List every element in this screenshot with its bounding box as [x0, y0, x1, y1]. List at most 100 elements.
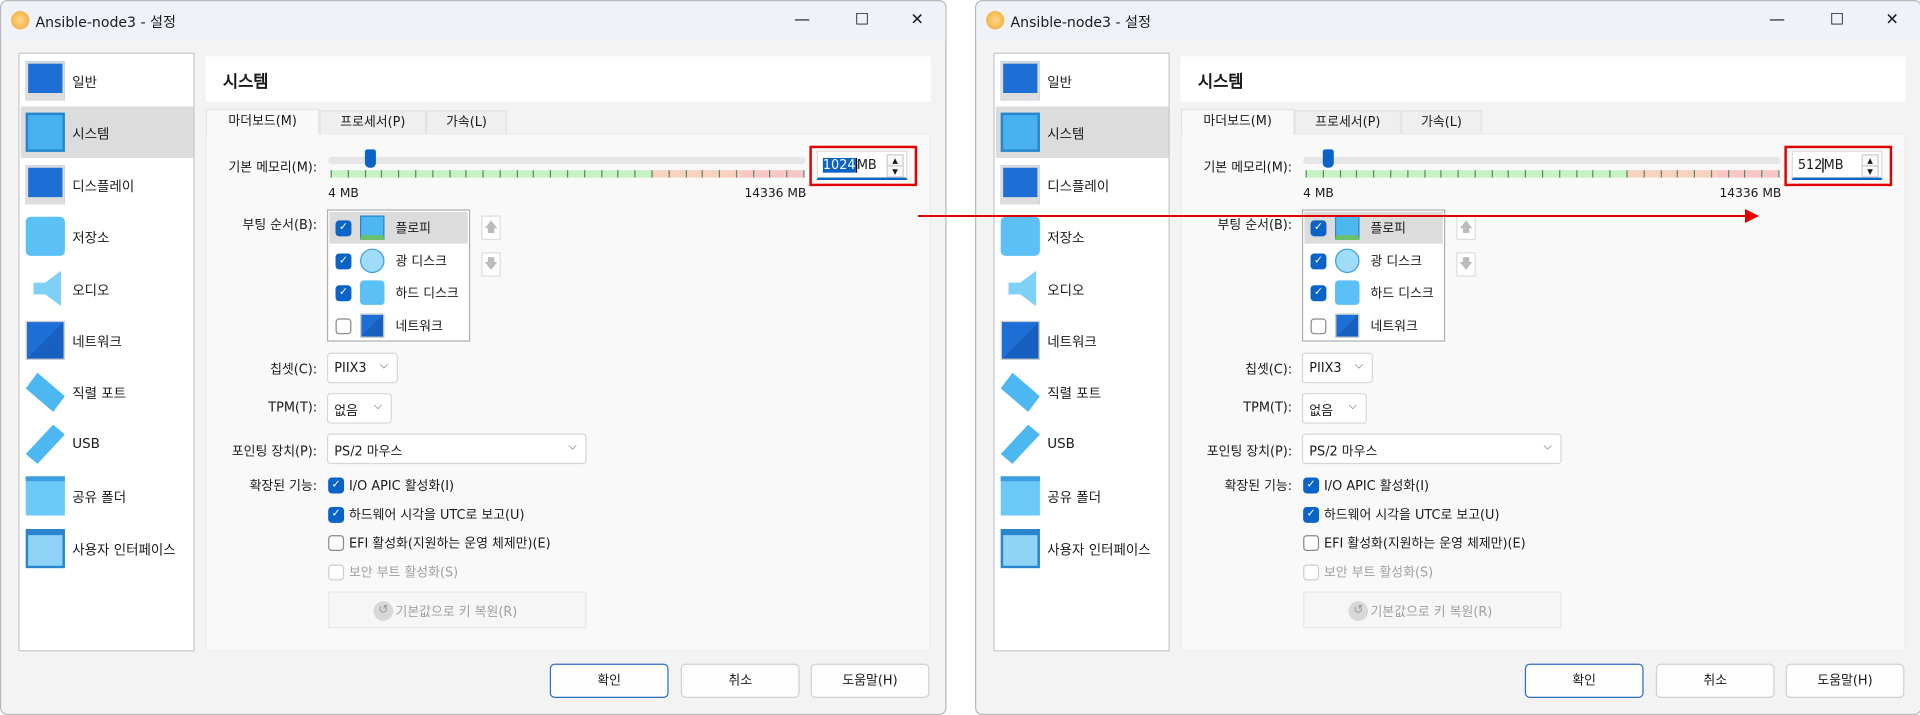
settings-dialog-after: Ansible-node3 - 설정 — ☐ ✕ 일반 시스템 디스플레이 저장소 오디…: [975, 0, 1920, 715]
checkbox-label: 하드웨어 시각을 UTC로 보고(U): [348, 507, 525, 523]
move-down-button[interactable]: 🡇: [1456, 252, 1476, 277]
slider-tick: [668, 170, 670, 178]
memory-slider-thumb[interactable]: [364, 149, 376, 168]
boot-item-label: 광 디스크: [395, 254, 447, 269]
sidebar-item-6[interactable]: 직렬 포트: [996, 367, 1169, 418]
system-chip-icon: [25, 113, 65, 153]
boot-item-checkbox[interactable]: ✓: [335, 220, 352, 237]
sidebar-item-label: 네트워크: [72, 334, 122, 351]
boot-item-checkbox[interactable]: ✓: [335, 285, 352, 302]
maximize-button[interactable]: ☐: [849, 9, 876, 33]
sidebar-item-4[interactable]: 오디오: [996, 263, 1169, 314]
boot-item[interactable]: 네트워크: [1304, 309, 1442, 341]
floppy-icon: [360, 215, 385, 241]
chevron-down-icon: ⌵: [568, 440, 577, 454]
boot-item[interactable]: ✓ 하드 디스크: [329, 277, 467, 309]
boot-item-checkbox[interactable]: ✓: [1310, 252, 1327, 269]
checkbox[interactable]: ✓: [328, 477, 345, 494]
boot-item-checkbox[interactable]: ✓: [1310, 285, 1327, 302]
boot-item-checkbox[interactable]: ✓: [335, 252, 352, 269]
move-down-button[interactable]: 🡇: [481, 252, 501, 277]
sidebar-item-7[interactable]: USB: [21, 419, 194, 470]
maximize-button[interactable]: ☐: [1824, 9, 1851, 33]
slider-tick: [1660, 170, 1662, 178]
boot-item-checkbox[interactable]: ✓: [1310, 220, 1327, 237]
sidebar-item-8[interactable]: 공유 폴더: [996, 470, 1169, 521]
cancel-button[interactable]: 취소: [1655, 663, 1775, 698]
tab-acceleration[interactable]: 가속(L): [1401, 110, 1482, 134]
sidebar-item-9[interactable]: 사용자 인터페이스: [21, 522, 194, 573]
tab-motherboard[interactable]: 마더보드(M): [205, 108, 320, 135]
checkbox[interactable]: [1303, 535, 1320, 552]
boot-item-label: 광 디스크: [1370, 254, 1422, 269]
memory-slider-track[interactable]: [1303, 156, 1781, 165]
sidebar-item-label: 사용자 인터페이스: [72, 541, 176, 558]
slider-tick: [516, 170, 518, 178]
move-up-button[interactable]: 🡅: [1456, 215, 1476, 241]
network-icon: [1000, 320, 1040, 361]
boot-item-checkbox[interactable]: [335, 317, 352, 334]
boot-item[interactable]: ✓ 광 디스크: [1304, 244, 1442, 276]
sidebar-item-6[interactable]: 직렬 포트: [21, 367, 194, 418]
sidebar-item-2[interactable]: 디스플레이: [21, 159, 194, 210]
checkbox[interactable]: ✓: [1303, 506, 1320, 523]
tpm-select[interactable]: 없음 ⌵: [326, 393, 392, 424]
slider-tick: [1508, 170, 1510, 178]
slider-tick: [550, 170, 552, 178]
cancel-button[interactable]: 취소: [680, 663, 800, 698]
boot-item[interactable]: ✓ 플로피: [1304, 211, 1443, 244]
pointing-device-select[interactable]: PS/2 마우스 ⌵: [1301, 433, 1562, 465]
usb-icon: [25, 424, 65, 464]
boot-item-label: 하드 디스크: [1370, 286, 1434, 302]
sidebar-item-1[interactable]: 시스템: [20, 107, 194, 159]
sidebar-item-8[interactable]: 공유 폴더: [21, 470, 194, 521]
close-button[interactable]: ✕: [904, 9, 931, 33]
chipset-select[interactable]: PIIX3 ⌵: [326, 352, 398, 384]
checkbox[interactable]: ✓: [328, 506, 345, 523]
memory-slider-track[interactable]: [328, 156, 806, 165]
slider-tick: [398, 170, 400, 178]
boot-item[interactable]: ✓ 광 디스크: [329, 244, 467, 276]
minimize-button[interactable]: —: [1764, 9, 1791, 33]
ok-button[interactable]: 확인: [549, 663, 669, 698]
checkbox[interactable]: [328, 535, 345, 552]
pointing-device-select[interactable]: PS/2 마우스 ⌵: [326, 433, 587, 465]
sidebar-item-4[interactable]: 오디오: [21, 263, 194, 314]
tab-motherboard[interactable]: 마더보드(M): [1180, 108, 1295, 135]
checkbox-label: 보안 부트 활성화(S): [348, 565, 459, 581]
sidebar-item-0[interactable]: 일반: [21, 55, 194, 106]
help-button[interactable]: 도움말(H): [810, 663, 930, 698]
general-icon: [25, 61, 65, 101]
tab-processor[interactable]: 프로세서(P): [1294, 110, 1402, 134]
boot-item-checkbox[interactable]: [1310, 317, 1327, 334]
sidebar-item-9[interactable]: 사용자 인터페이스: [996, 522, 1169, 573]
tpm-select[interactable]: 없음 ⌵: [1301, 393, 1367, 424]
boot-item[interactable]: 네트워크: [329, 309, 467, 341]
close-button[interactable]: ✕: [1879, 9, 1906, 33]
memory-label: 기본 메모리(M):: [1203, 160, 1293, 176]
sidebar-item-7[interactable]: USB: [996, 419, 1169, 470]
boot-item[interactable]: ✓ 플로피: [329, 211, 468, 244]
help-button[interactable]: 도움말(H): [1785, 663, 1905, 698]
sidebar-item-3[interactable]: 저장소: [21, 211, 194, 262]
move-up-button[interactable]: 🡅: [481, 215, 501, 241]
ok-button[interactable]: 확인: [1524, 663, 1644, 698]
sidebar-item-0[interactable]: 일반: [996, 55, 1169, 106]
minimize-button[interactable]: —: [789, 9, 816, 33]
sidebar-item-2[interactable]: 디스플레이: [996, 159, 1169, 210]
slider-tick: [718, 170, 721, 178]
sidebar-item-1[interactable]: 시스템: [995, 107, 1169, 159]
boot-item[interactable]: ✓ 하드 디스크: [1304, 277, 1442, 309]
sidebar-item-5[interactable]: 네트워크: [21, 315, 194, 366]
pointing-device-value: PS/2 마우스: [334, 444, 403, 460]
sidebar-item-3[interactable]: 저장소: [996, 211, 1169, 262]
chipset-select[interactable]: PIIX3 ⌵: [1301, 352, 1373, 384]
chipset-value: PIIX3: [1309, 361, 1342, 376]
tab-acceleration[interactable]: 가속(L): [426, 110, 507, 134]
sidebar-item-5[interactable]: 네트워크: [996, 315, 1169, 366]
checkbox[interactable]: ✓: [1303, 477, 1320, 494]
tab-processor[interactable]: 프로세서(P): [319, 110, 427, 134]
memory-slider-thumb[interactable]: [1322, 149, 1334, 168]
memory-min-label: 4 MB: [328, 187, 359, 201]
sidebar-item-label: USB: [72, 435, 100, 452]
